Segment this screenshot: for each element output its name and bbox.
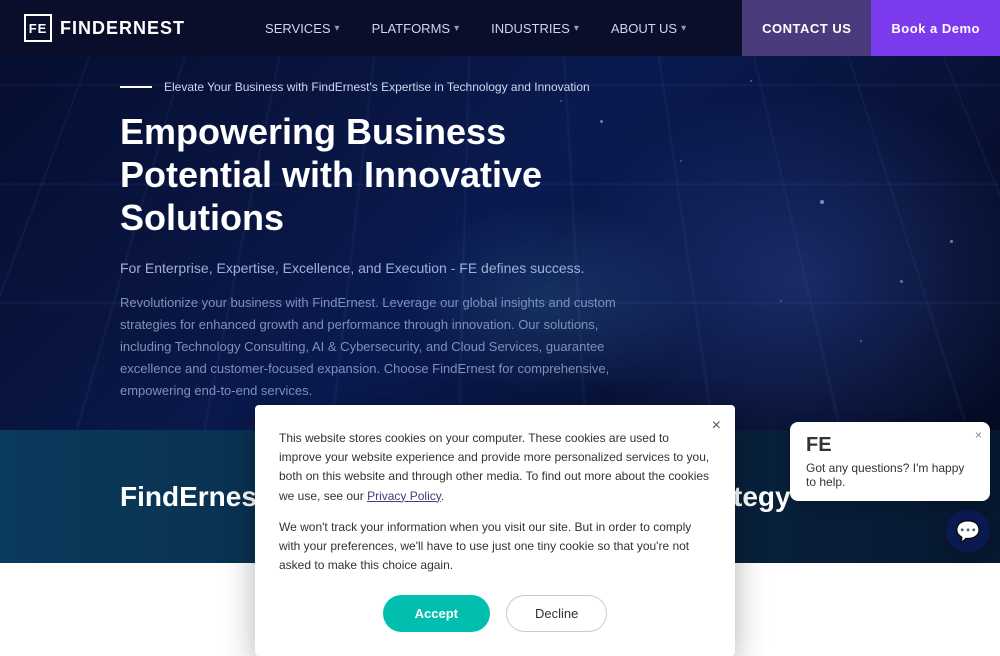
cookie-modal: × This website stores cookies on your co… [255, 405, 735, 656]
hero-body: Revolutionize your business with FindErn… [120, 292, 620, 402]
eyebrow-line [120, 86, 152, 88]
chevron-down-icon: ▾ [454, 23, 459, 34]
hero-title: Empowering Business Potential with Innov… [120, 110, 620, 240]
chat-message: Got any questions? I'm happy to help. [806, 461, 974, 489]
nav-right: CONTACT US Book a Demo [742, 0, 1000, 56]
chat-avatar-button[interactable]: 💬 [946, 509, 990, 553]
cookie-text-primary: This website stores cookies on your comp… [279, 429, 711, 506]
book-demo-button[interactable]: Book a Demo [871, 0, 1000, 56]
chat-widget: × FE Got any questions? I'm happy to hel… [790, 422, 990, 553]
nav-links: SERVICES ▾ PLATFORMS ▾ INDUSTRIES ▾ ABOU… [209, 13, 742, 44]
hero-eyebrow: Elevate Your Business with FindErnest's … [120, 80, 620, 94]
navbar: FE FINDERNEST SERVICES ▾ PLATFORMS ▾ IND… [0, 0, 1000, 56]
chevron-down-icon: ▾ [335, 23, 340, 34]
cookie-accept-button[interactable]: Accept [383, 595, 490, 632]
nav-platforms[interactable]: PLATFORMS ▾ [358, 13, 474, 44]
nav-about[interactable]: ABOUT US ▾ [597, 13, 700, 44]
nav-services[interactable]: SERVICES ▾ [251, 13, 354, 44]
cookie-decline-button[interactable]: Decline [506, 595, 607, 632]
cookie-text-secondary: We won't track your information when you… [279, 518, 711, 576]
logo-icon: FE [24, 14, 52, 42]
chat-logo: FE [806, 434, 974, 457]
nav-industries[interactable]: INDUSTRIES ▾ [477, 13, 593, 44]
brand-name: FINDERNEST [60, 18, 185, 39]
hero-subtitle: For Enterprise, Expertise, Excellence, a… [120, 260, 620, 276]
chevron-down-icon: ▾ [681, 23, 686, 34]
eyebrow-text: Elevate Your Business with FindErnest's … [164, 80, 590, 94]
chat-icon: 💬 [956, 519, 981, 544]
privacy-policy-link[interactable]: Privacy Policy [367, 489, 441, 503]
chat-bubble: × FE Got any questions? I'm happy to hel… [790, 422, 990, 501]
cookie-close-button[interactable]: × [712, 417, 721, 435]
contact-us-button[interactable]: CONTACT US [742, 0, 871, 56]
cookie-buttons: Accept Decline [279, 595, 711, 632]
chat-close-button[interactable]: × [975, 428, 982, 442]
brand-logo[interactable]: FE FINDERNEST [0, 14, 209, 42]
chevron-down-icon: ▾ [574, 23, 579, 34]
